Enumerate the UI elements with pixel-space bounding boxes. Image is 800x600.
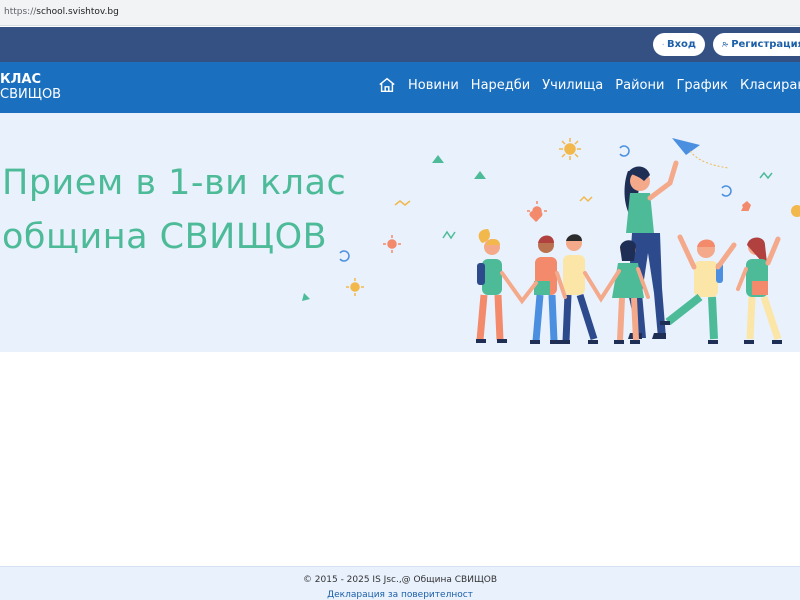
hero-subtitle: община СВИЩОВ (2, 217, 328, 257)
privacy-link[interactable]: Декларация за поверителност (0, 590, 800, 600)
url-host: school.svishtov.bg (36, 7, 119, 17)
browser-address-bar[interactable]: https://school.svishtov.bg (0, 0, 800, 26)
nav-item-schedule[interactable]: График (676, 78, 728, 93)
nav-item-rankings-label: Класирания (740, 77, 800, 93)
child-figure-6 (744, 236, 782, 344)
login-button[interactable]: Вход (653, 33, 705, 56)
brand-line1: КЛАС (0, 72, 42, 87)
register-button[interactable]: Регистрация (713, 33, 800, 56)
register-label: Регистрация (731, 39, 800, 50)
nav-item-rankings[interactable]: Класирания (740, 78, 800, 93)
brand-line2: СВИЩОВ (0, 87, 62, 102)
main-navbar: КЛАС СВИЩОВ Новини Наредби Училища Район… (0, 62, 800, 113)
nav-item-districts[interactable]: Райони (615, 78, 664, 93)
teacher-children-illustration (302, 138, 800, 344)
page-footer: © 2015 - 2025 IS Jsc.,@ Община СВИЩОВ Де… (0, 566, 800, 600)
home-icon[interactable] (378, 76, 396, 94)
login-label: Вход (666, 39, 696, 50)
nav-menu: Новини Наредби Училища Райони График Кла… (378, 76, 800, 94)
copyright-text: © 2015 - 2025 IS Jsc.,@ Община СВИЩОВ (302, 575, 498, 585)
hero-title: Прием в 1-ви клас (2, 163, 347, 203)
top-account-bar: Вход Регистрация (0, 27, 800, 62)
brand-logo[interactable]: КЛАС СВИЩОВ (0, 72, 61, 102)
paper-plane (672, 138, 729, 169)
login-icon (662, 43, 664, 46)
url-text[interactable]: https://school.svishtov.bg (4, 7, 119, 17)
child-figure-2 (530, 235, 560, 344)
nav-item-schools[interactable]: Училища (542, 78, 603, 93)
url-protocol: https:// (4, 7, 37, 17)
user-plus-icon (722, 41, 728, 47)
hero-banner: Прием в 1-ви клас община СВИЩОВ (0, 113, 800, 352)
nav-item-news[interactable]: Новини (408, 78, 459, 93)
child-figure-5 (660, 234, 737, 344)
child-figure-1 (476, 229, 507, 343)
nav-item-regulations[interactable]: Наредби (471, 78, 530, 93)
